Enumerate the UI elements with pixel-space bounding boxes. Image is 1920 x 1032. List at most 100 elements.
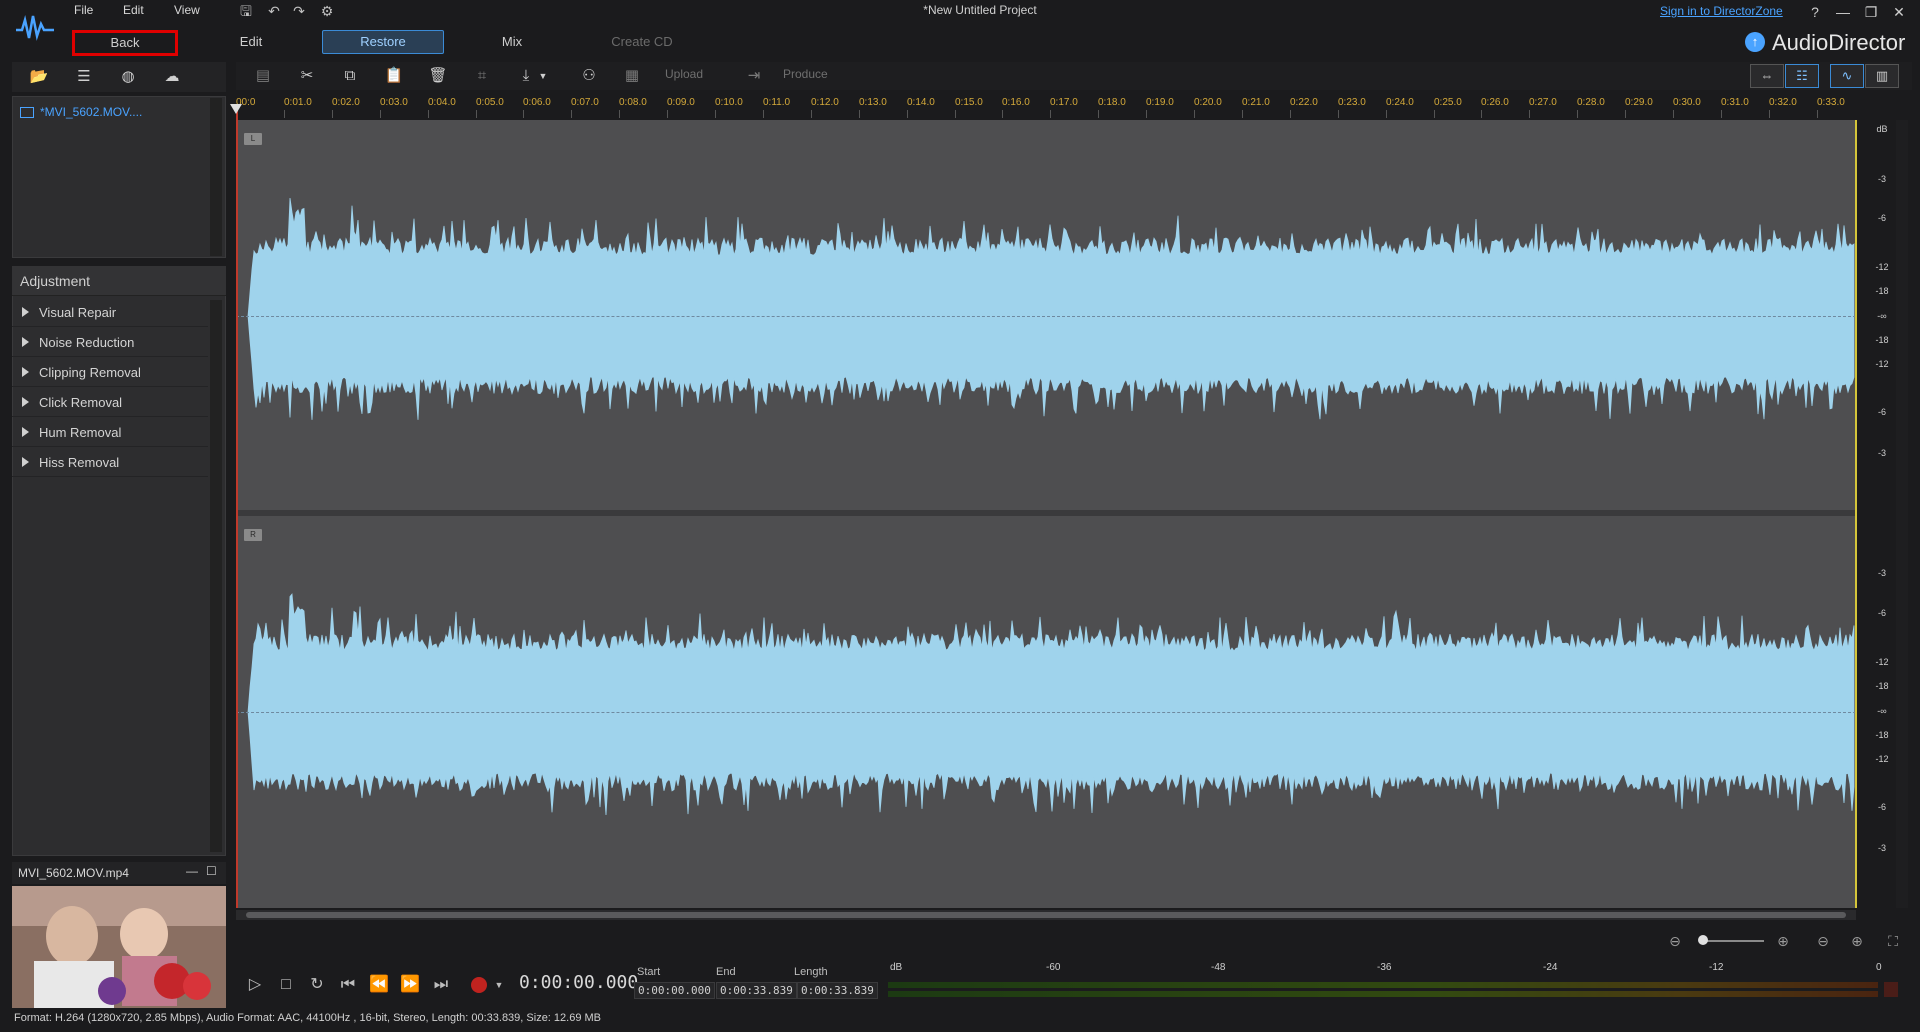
waveform-view-icon[interactable]: ∿ <box>1830 64 1864 88</box>
ruler-tick <box>428 110 429 118</box>
playhead-marker-icon[interactable] <box>230 104 242 114</box>
tab-create-cd[interactable]: Create CD <box>592 30 692 54</box>
channel-divider <box>236 510 1856 516</box>
select-icon[interactable]: ▤ <box>251 64 275 88</box>
adjustment-item-click-removal[interactable]: Click Removal <box>12 388 208 417</box>
spectrum-view-icon[interactable]: ▥ <box>1865 64 1899 88</box>
produce-icon[interactable]: ⇥ <box>742 64 766 88</box>
fast-forward-icon[interactable]: ⏩ <box>397 972 423 998</box>
stop-icon[interactable]: □ <box>273 972 299 998</box>
upload-button[interactable]: Upload <box>665 67 703 81</box>
globe-icon[interactable]: ◍ <box>115 66 141 88</box>
scrollbar-thumb[interactable] <box>246 912 1846 918</box>
record-icon[interactable] <box>471 977 487 993</box>
menu-view[interactable]: View <box>174 3 200 17</box>
ruler-tick <box>284 110 285 118</box>
close-icon[interactable]: ✕ <box>1888 2 1910 22</box>
minimize-preview-icon[interactable]: — <box>186 864 200 880</box>
expand-arrow-icon <box>22 367 29 377</box>
minimize-icon[interactable]: — <box>1832 2 1854 22</box>
paste-icon[interactable]: 📋 <box>382 64 406 88</box>
ruler-tick-label: 0:20.0 <box>1194 97 1222 108</box>
adjustment-item-noise-reduction[interactable]: Noise Reduction <box>12 328 208 357</box>
help-button[interactable]: ? <box>1804 2 1826 22</box>
export-icon[interactable]: ⤓ <box>514 64 538 88</box>
meter-label-36: -36 <box>1377 962 1392 973</box>
ruler-tick <box>523 110 524 118</box>
multitrack-view-icon[interactable]: ☷ <box>1785 64 1819 88</box>
crop-icon[interactable]: ⌗ <box>470 64 494 88</box>
adjustment-item-visual-repair[interactable]: Visual Repair <box>12 298 208 327</box>
zoom-slider[interactable] <box>1700 940 1764 942</box>
fit-view-icon[interactable]: ⇔ <box>1750 64 1784 88</box>
tab-mix[interactable]: Mix <box>462 30 562 54</box>
redo-icon[interactable]: ↷ <box>290 2 308 20</box>
grid-icon[interactable]: ▦ <box>620 64 644 88</box>
adjustment-item-hiss-removal[interactable]: Hiss Removal <box>12 448 208 477</box>
waveform-horizontal-scrollbar[interactable] <box>236 910 1856 920</box>
next-icon[interactable]: ⏭ <box>428 972 454 998</box>
ruler-tick <box>1769 110 1770 118</box>
library-scrollbar[interactable] <box>210 98 222 256</box>
tab-edit[interactable]: Edit <box>201 30 301 54</box>
zoom-fit-icon[interactable]: ⛶ <box>1882 930 1904 952</box>
waveform-vertical-scrollbar[interactable] <box>1896 120 1908 908</box>
ruler-tick <box>619 110 620 118</box>
ruler-tick <box>1338 110 1339 118</box>
cloud-icon[interactable]: ☁ <box>159 66 185 88</box>
produce-button[interactable]: Produce <box>783 67 828 81</box>
menu-edit[interactable]: Edit <box>123 3 144 17</box>
ruler-tick-label: 0:23.0 <box>1338 97 1366 108</box>
play-icon[interactable]: ▷ <box>242 972 268 998</box>
save-icon[interactable]: 🖫 <box>237 2 255 20</box>
back-button[interactable]: Back <box>72 30 178 56</box>
ruler-tick-label: 0:10.0 <box>715 97 743 108</box>
library-item[interactable]: *MVI_5602.MOV.... <box>20 105 142 119</box>
length-time-field[interactable]: 0:00:33.839 <box>797 982 878 999</box>
restore-tool-icon[interactable]: ⚇ <box>577 64 601 88</box>
loop-icon[interactable]: ↻ <box>304 972 330 998</box>
right-channel-label: R <box>244 529 262 541</box>
rewind-icon[interactable]: ⏪ <box>366 972 392 998</box>
export-dropdown-icon[interactable]: ▼ <box>537 64 549 88</box>
sign-in-link[interactable]: Sign in to DirectorZone <box>1660 4 1783 18</box>
maximize-preview-icon[interactable]: ☐ <box>206 864 220 880</box>
ruler-tick <box>763 110 764 118</box>
copy-icon[interactable]: ⧉ <box>338 64 362 88</box>
playhead[interactable] <box>236 110 238 908</box>
end-time-field[interactable]: 0:00:33.839 <box>716 982 797 999</box>
previous-icon[interactable]: ⏮ <box>335 972 361 998</box>
ruler-tick-label: 0:30.0 <box>1673 97 1701 108</box>
ruler-tick <box>1050 110 1051 118</box>
menu-file[interactable]: File <box>74 3 93 17</box>
ruler-tick-label: 0:02.0 <box>332 97 360 108</box>
vertical-zoom-out-icon[interactable]: ⊖ <box>1812 930 1834 952</box>
preview-filename: MVI_5602.MOV.mp4 <box>18 866 129 880</box>
adjustment-scrollbar[interactable] <box>210 300 222 852</box>
ruler-tick <box>571 110 572 118</box>
adjustment-item-clipping-removal[interactable]: Clipping Removal <box>12 358 208 387</box>
start-time-field[interactable]: 0:00:00.000 <box>634 982 715 999</box>
zoom-slider-handle[interactable] <box>1698 935 1708 945</box>
zoom-in-icon[interactable]: ⊕ <box>1772 930 1794 952</box>
ruler-tick-label: 0:26.0 <box>1481 97 1509 108</box>
adjustment-item-hum-removal[interactable]: Hum Removal <box>12 418 208 447</box>
ruler-tick-label: 0:08.0 <box>619 97 647 108</box>
ruler-tick <box>380 110 381 118</box>
undo-icon[interactable]: ↶ <box>265 2 283 20</box>
record-dropdown-icon[interactable]: ▼ <box>492 972 506 998</box>
ruler-tick <box>1098 110 1099 118</box>
ruler-tick <box>1242 110 1243 118</box>
cut-icon[interactable]: ✂ <box>295 64 319 88</box>
tab-restore[interactable]: Restore <box>322 30 444 54</box>
ruler-tick-label: 0:06.0 <box>523 97 551 108</box>
import-folder-icon[interactable]: 📂 <box>26 66 52 88</box>
import-list-icon[interactable]: ☰ <box>71 66 97 88</box>
restore-window-icon[interactable]: ❐ <box>1860 2 1882 22</box>
vertical-zoom-in-icon[interactable]: ⊕ <box>1846 930 1868 952</box>
ruler-tick-label: 0:22.0 <box>1290 97 1318 108</box>
zoom-out-icon[interactable]: ⊖ <box>1664 930 1686 952</box>
delete-icon[interactable]: 🗑 <box>426 64 450 88</box>
settings-gear-icon[interactable]: ⚙ <box>318 2 336 20</box>
adjustment-item-label: Hum Removal <box>39 425 122 440</box>
